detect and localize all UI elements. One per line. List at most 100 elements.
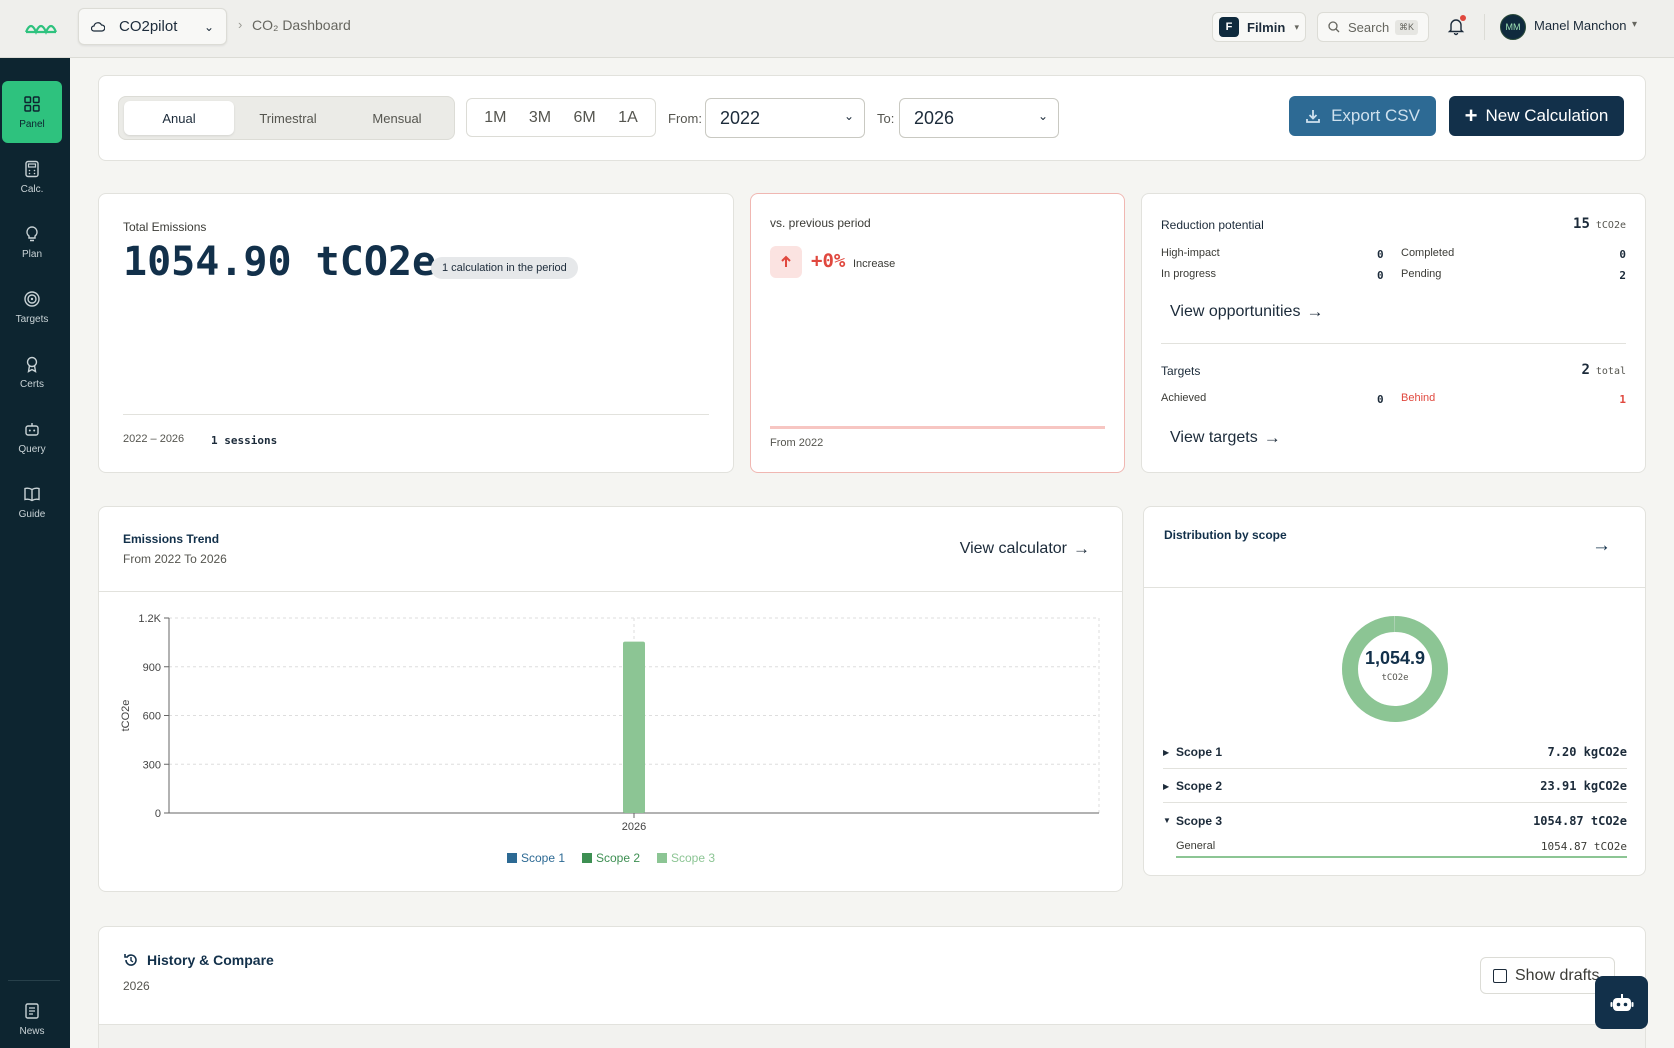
view-calculator-link[interactable]: View calculator →: [960, 539, 1090, 559]
scope-row-3[interactable]: ▼ Scope 3 1054.87 tCO2e: [1163, 804, 1627, 837]
sidebar: Panel Calc. Plan Targets Certs Query Gui…: [0, 58, 70, 1048]
grid-icon: [24, 95, 40, 112]
legend-label: Scope 2: [596, 851, 640, 865]
logo-icon[interactable]: [24, 16, 60, 38]
view-targets-link[interactable]: View targets →: [1170, 428, 1281, 448]
from-select[interactable]: 2022 ⌄: [705, 98, 865, 138]
search-button[interactable]: Search ⌘K: [1317, 12, 1429, 42]
pending-value: 2: [1619, 269, 1626, 282]
view-targets-label: View targets: [1170, 429, 1258, 446]
legend-swatch: [582, 853, 592, 863]
change-label: Increase: [853, 258, 896, 270]
y-tick-label: 0: [155, 808, 161, 820]
scope-value: 1054.87 tCO2e: [1533, 813, 1627, 828]
sub-item-name: General: [1176, 840, 1216, 852]
progress-bar: [770, 426, 1105, 429]
sidebar-item-certs[interactable]: Certs: [2, 341, 62, 403]
legend-swatch: [507, 853, 517, 863]
history-year: 2026: [123, 979, 150, 993]
triangle-down-icon: ▼: [1163, 816, 1171, 825]
sidebar-item-news[interactable]: News: [2, 988, 62, 1048]
arrow-right-icon[interactable]: →: [1592, 535, 1611, 557]
sidebar-item-label: Calc.: [20, 183, 44, 195]
robot-icon: [25, 422, 39, 436]
range-3m[interactable]: 3M: [529, 109, 551, 127]
newspaper-icon: [25, 1002, 39, 1019]
calculator-icon: [25, 160, 39, 177]
emissions-bar-chart: 0 300 600 900 1.2K tCO2e 2026 Scope 1 Scope 2 Sco…: [120, 613, 1100, 865]
high-impact-label: High-impact: [1161, 247, 1220, 259]
search-label: Search: [1348, 19, 1390, 35]
x-tick-label: 2026: [622, 821, 646, 833]
reduction-total-unit: tCO2e: [1595, 220, 1626, 231]
targets-total-unit: total: [1595, 366, 1626, 377]
bar-scope-3: [623, 641, 645, 813]
chevron-right-icon: ›: [238, 17, 243, 32]
divider: [99, 591, 1122, 592]
targets-total: 2 total: [1581, 362, 1626, 378]
app-switcher[interactable]: CO2pilot ⌄: [78, 8, 227, 45]
scope-row-1[interactable]: ▶ Scope 1 7.20 kgCO2e: [1163, 736, 1627, 769]
total-emissions-card: Total Emissions 1054.90 tCO2e 1 calculat…: [98, 193, 734, 473]
scope-name: Scope 2: [1176, 779, 1223, 793]
divider: [1144, 587, 1645, 588]
target-icon: [24, 290, 40, 307]
period-mensual[interactable]: Mensual: [342, 101, 452, 135]
sidebar-item-guide[interactable]: Guide: [2, 471, 62, 533]
view-opportunities-link[interactable]: View opportunities →: [1170, 302, 1323, 322]
to-select[interactable]: 2026 ⌄: [899, 98, 1059, 138]
notification-dot: [1460, 15, 1466, 21]
arrow-right-icon: →: [1306, 302, 1324, 321]
comparison-footer: From 2022: [770, 437, 824, 449]
scope-donut-chart: [1342, 616, 1448, 722]
sidebar-item-targets[interactable]: Targets: [2, 276, 62, 338]
scope-sub-item: General 1054.87 tCO2e: [1176, 836, 1627, 856]
behind-label: Behind: [1401, 392, 1436, 404]
y-tick-label: 900: [143, 662, 161, 674]
from-value: 2022: [720, 107, 761, 128]
legend-label: Scope 3: [671, 851, 715, 865]
trend-title: Emissions Trend: [123, 532, 220, 546]
completed-label: Completed: [1401, 247, 1455, 259]
range-6m[interactable]: 6M: [574, 109, 596, 127]
view-opportunities-label: View opportunities: [1170, 303, 1301, 320]
y-tick-label: 600: [143, 711, 161, 723]
comparison-card: vs. previous period +0% Increase From 20…: [750, 193, 1125, 473]
plus-icon: +: [1464, 103, 1478, 128]
divider: [1161, 343, 1626, 344]
donut-scope3-segment: [1342, 616, 1448, 722]
checkbox[interactable]: [1493, 968, 1507, 983]
period-trimestral[interactable]: Trimestral: [233, 101, 343, 135]
arrow-up-icon: [770, 246, 802, 278]
download-icon: [1306, 110, 1320, 123]
sidebar-item-label: Panel: [19, 118, 45, 130]
new-calculation-button[interactable]: + New Calculation: [1449, 96, 1624, 136]
search-icon: [1328, 21, 1340, 33]
cloud-icon: [91, 21, 105, 32]
user-name[interactable]: Manel Manchon: [1534, 18, 1627, 33]
avatar[interactable]: MM: [1500, 14, 1526, 40]
assistant-chat-button[interactable]: [1595, 976, 1648, 1029]
divider: [123, 414, 709, 415]
sidebar-item-calc[interactable]: Calc.: [2, 146, 62, 208]
chevron-down-icon: ⌄: [1037, 109, 1048, 123]
scope-row-2[interactable]: ▶ Scope 2 23.91 kgCO2e: [1163, 770, 1627, 803]
org-switcher[interactable]: F Filmin ▾: [1212, 12, 1306, 42]
chevron-down-icon[interactable]: ▾: [1632, 19, 1637, 30]
range-1a[interactable]: 1A: [618, 109, 638, 127]
breadcrumb[interactable]: CO₂ Dashboard: [252, 17, 351, 33]
sidebar-item-query[interactable]: Query: [2, 406, 62, 468]
sidebar-item-label: Certs: [20, 378, 44, 390]
emissions-trend-card: Emissions Trend From 2022 To 2026 View c…: [98, 506, 1123, 892]
sidebar-item-plan[interactable]: Plan: [2, 211, 62, 273]
reduction-total: 15 tCO2e: [1573, 216, 1626, 232]
sidebar-item-panel[interactable]: Panel: [2, 81, 62, 143]
range-1m[interactable]: 1M: [484, 109, 506, 127]
targets-total-value: 2: [1581, 362, 1590, 378]
period-anual[interactable]: Anual: [124, 101, 234, 135]
history-title: History & Compare: [147, 952, 274, 968]
total-value: 1054.90 tCO2e: [123, 239, 437, 285]
top-bar: CO2pilot ⌄ › CO₂ Dashboard F Filmin ▾ Se…: [0, 0, 1674, 58]
export-csv-button[interactable]: Export CSV: [1289, 96, 1436, 136]
total-title: Total Emissions: [123, 220, 207, 234]
